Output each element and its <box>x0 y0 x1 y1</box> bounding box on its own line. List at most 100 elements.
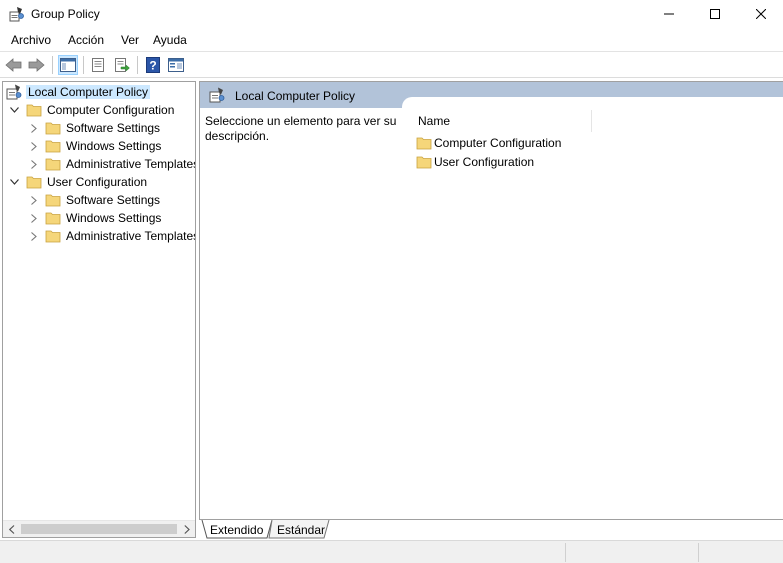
status-bar <box>0 540 783 563</box>
expand-toggle[interactable] <box>28 140 40 152</box>
chevron-right-icon <box>31 123 37 133</box>
tree-item-administrative-templates[interactable]: Administrative Templates <box>3 155 195 173</box>
close-button[interactable] <box>738 0 783 28</box>
view-tabs: Extendido Estándar <box>199 519 783 539</box>
tree-item-label: Administrative Templates <box>66 157 196 171</box>
view-icon <box>168 58 184 72</box>
window-title: Group Policy <box>31 7 100 21</box>
folder-icon <box>26 176 42 189</box>
tree-item-label: Local Computer Policy <box>26 85 151 99</box>
header-tab-shape <box>402 97 783 109</box>
menu-ver[interactable]: Ver <box>121 33 139 47</box>
tree-item-software-settings[interactable]: Software Settings <box>3 119 195 137</box>
tree-item-user-configuration[interactable]: User Configuration <box>3 173 195 191</box>
tree-item-label: Software Settings <box>66 193 161 207</box>
chevron-right-icon <box>31 213 37 223</box>
toolbar-separator <box>52 56 53 74</box>
tree-item-local-computer-policy[interactable]: Local Computer Policy <box>3 83 195 101</box>
expand-toggle[interactable] <box>28 122 40 134</box>
group-policy-icon <box>9 7 24 22</box>
collapse-toggle[interactable] <box>8 176 20 188</box>
properties-button[interactable] <box>88 55 108 75</box>
toolbar-separator <box>83 56 84 74</box>
status-cell <box>565 543 698 562</box>
forward-arrow-icon <box>28 58 45 72</box>
menu-archivo[interactable]: Archivo <box>11 33 51 47</box>
expand-toggle[interactable] <box>28 230 40 242</box>
export-list-icon <box>115 58 130 72</box>
tree-item-windows-settings[interactable]: Windows Settings <box>3 137 195 155</box>
minimize-button[interactable] <box>646 0 692 28</box>
menu-bar: Archivo Acción Ver Ayuda <box>0 30 783 50</box>
folder-icon <box>416 137 432 150</box>
collapse-toggle[interactable] <box>8 104 20 116</box>
show-hide-tree-button[interactable] <box>58 55 78 75</box>
status-cell <box>698 543 783 562</box>
tree-item-label: Administrative Templates <box>66 229 196 243</box>
chevron-left-icon <box>8 525 14 534</box>
chevron-right-icon <box>31 141 37 151</box>
folder-icon <box>45 212 61 225</box>
tree-item-label: User Configuration <box>47 175 148 189</box>
menu-ayuda[interactable]: Ayuda <box>153 33 187 47</box>
chevron-right-icon <box>31 195 37 205</box>
forward-button[interactable] <box>26 55 46 75</box>
svg-text:?: ? <box>149 59 156 73</box>
close-icon <box>756 9 766 19</box>
menu-accion[interactable]: Acción <box>68 33 104 47</box>
tree-horizontal-scrollbar[interactable] <box>3 520 195 537</box>
tree-item-label: Computer Configuration <box>47 103 175 117</box>
help-button[interactable]: ? <box>143 55 163 75</box>
maximize-icon <box>710 9 720 19</box>
expand-toggle[interactable] <box>28 194 40 206</box>
expand-toggle[interactable] <box>28 212 40 224</box>
folder-icon <box>45 158 61 171</box>
scrollbar-thumb[interactable] <box>21 524 177 534</box>
tree-item-windows-settings[interactable]: Windows Settings <box>3 209 195 227</box>
maximize-button[interactable] <box>692 0 738 28</box>
scroll-right-button[interactable] <box>178 521 195 537</box>
tree-item-software-settings[interactable]: Software Settings <box>3 191 195 209</box>
tree-item-label: Software Settings <box>66 121 161 135</box>
chevron-right-icon <box>31 231 37 241</box>
help-icon: ? <box>146 57 160 73</box>
export-list-button[interactable] <box>112 55 132 75</box>
tree-item-computer-configuration[interactable]: Computer Configuration <box>3 101 195 119</box>
details-header: Local Computer Policy <box>200 82 783 109</box>
chevron-right-icon <box>183 525 190 534</box>
policy-icon <box>6 84 22 100</box>
back-arrow-icon <box>5 58 22 72</box>
tab-extendido[interactable]: Extendido <box>210 520 263 539</box>
folder-icon <box>45 140 61 153</box>
tree-item-label: Windows Settings <box>66 211 162 225</box>
policy-icon <box>209 87 225 103</box>
column-header-name[interactable]: Name <box>412 110 592 132</box>
tree-pane[interactable]: Local Computer Policy Computer Configura… <box>2 81 196 538</box>
folder-icon <box>45 122 61 135</box>
details-pane: Local Computer Policy Seleccione un elem… <box>199 81 783 538</box>
description-text: Seleccione un elemento para ver su descr… <box>205 114 397 143</box>
expand-toggle[interactable] <box>28 158 40 170</box>
view-button[interactable] <box>166 55 186 75</box>
minimize-icon <box>664 13 674 15</box>
tab-estandar[interactable]: Estándar <box>277 520 325 539</box>
details-header-title: Local Computer Policy <box>235 89 356 103</box>
tree-item-administrative-templates[interactable]: Administrative Templates <box>3 227 195 245</box>
scroll-left-button[interactable] <box>3 521 20 537</box>
back-button[interactable] <box>4 55 24 75</box>
title-bar: Group Policy <box>0 0 783 28</box>
folder-icon <box>26 104 42 117</box>
chevron-down-icon <box>9 179 19 185</box>
chevron-right-icon <box>31 159 37 169</box>
toolbar-separator <box>137 56 138 74</box>
folder-icon <box>416 156 432 169</box>
show-hide-tree-icon <box>60 58 76 72</box>
list-item-label: User Configuration <box>434 155 535 169</box>
column-header-label: Name <box>418 114 451 128</box>
list-item-label: Computer Configuration <box>434 136 562 150</box>
chevron-down-icon <box>9 107 19 113</box>
tree-item-label: Windows Settings <box>66 139 162 153</box>
properties-icon <box>92 58 104 72</box>
toolbar: ? <box>0 51 783 78</box>
folder-icon <box>45 230 61 243</box>
